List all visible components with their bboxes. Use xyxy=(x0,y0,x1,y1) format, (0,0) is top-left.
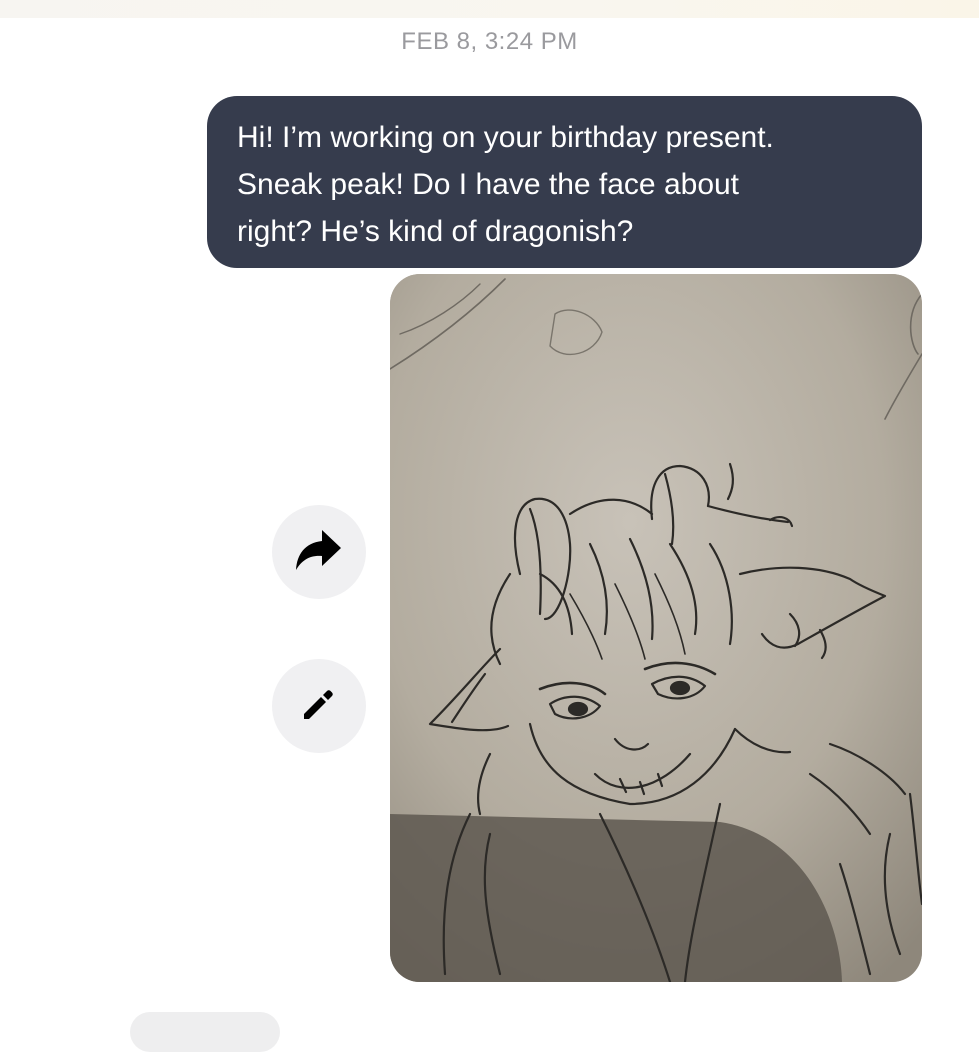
sketch-drawing xyxy=(390,274,922,982)
next-message-bubble[interactable] xyxy=(130,1012,280,1052)
share-button[interactable] xyxy=(272,505,366,599)
edit-button[interactable] xyxy=(272,659,366,753)
message-timestamp: FEB 8, 3:24 PM xyxy=(401,28,578,55)
pencil-icon xyxy=(300,685,338,728)
message-line: right? He’s kind of dragonish? xyxy=(237,215,634,248)
share-arrow-icon xyxy=(294,527,344,578)
message-line: Hi! I’m working on your birthday present… xyxy=(237,121,774,154)
message-line: Sneak peak! Do I have the face about xyxy=(237,168,740,201)
top-strip xyxy=(0,0,979,18)
attached-photo[interactable] xyxy=(390,274,922,982)
sent-message-bubble[interactable]: Hi! I’m working on your birthday present… xyxy=(207,96,922,268)
